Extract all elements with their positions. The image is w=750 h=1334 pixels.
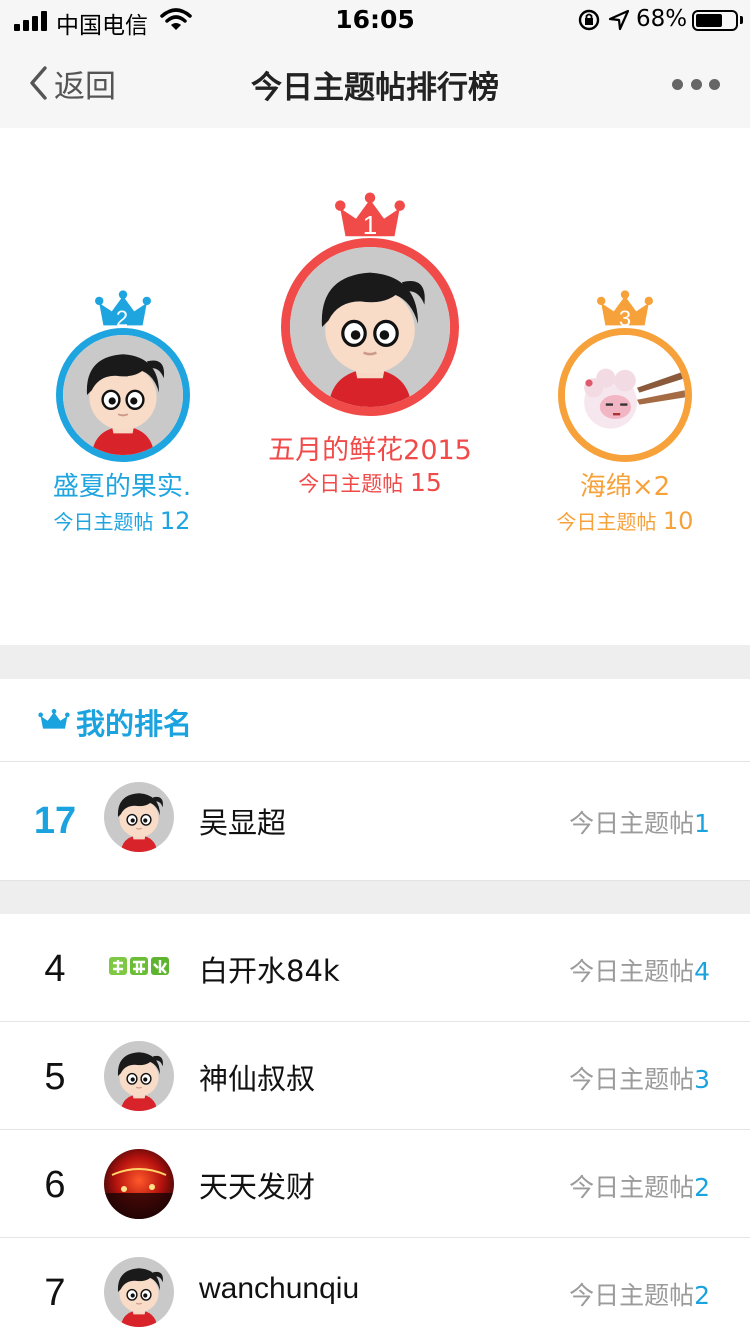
red-lights-image	[104, 1149, 174, 1219]
podium-name: 海绵×2	[579, 472, 671, 502]
podium-count: 今日主题帖 10	[530, 506, 720, 535]
list-item[interactable]: 7 wanchunqiu 今日主题帖2	[0, 1238, 750, 1334]
podium-name: 五月的鲜花2015	[268, 435, 472, 466]
count-value: 3	[694, 1065, 710, 1094]
my-rank-header: 我的排名	[0, 679, 750, 762]
list-item[interactable]: 5 神仙叔叔 今日主题帖3	[0, 1022, 750, 1130]
count-label: 今日主题帖	[569, 809, 695, 838]
avatar	[558, 328, 692, 462]
post-count: 今日主题帖4	[569, 952, 710, 988]
top-three-podium: 1 五月的鲜花2015 今日主题帖 15 2 盛夏的果实. 今日主题帖 12 3	[0, 128, 750, 645]
podium-count: 今日主题帖 12	[27, 506, 217, 535]
my-rank-title: 我的排名	[76, 707, 193, 741]
status-bar: 中国电信 16:05 68%	[0, 0, 750, 40]
dot-icon	[672, 78, 683, 90]
count-value: 15	[409, 468, 442, 497]
count-value: 10	[662, 507, 694, 535]
rank-number: 4	[44, 948, 66, 990]
nav-bar: 返回 今日主题帖排行榜	[0, 40, 750, 128]
podium-first[interactable]: 1 五月的鲜花2015 今日主题帖 15	[265, 188, 475, 497]
podium-third[interactable]: 3 海绵×2 今日主题帖 10	[530, 290, 720, 535]
list-item[interactable]: 4 白开水84k 今日主题帖4	[0, 914, 750, 1022]
post-count: 今日主题帖1	[569, 804, 710, 840]
avatar	[104, 933, 174, 1003]
post-count: 今日主题帖2	[569, 1168, 710, 1204]
battery-percent: 68%	[636, 6, 688, 32]
battery-icon	[692, 10, 738, 31]
count-label: 今日主题帖	[569, 1065, 695, 1094]
rank-number: 5	[44, 1056, 66, 1098]
user-name: 白开水84k	[199, 954, 340, 988]
battery-level	[696, 14, 722, 27]
podium-second[interactable]: 2 盛夏的果实. 今日主题帖 12	[27, 290, 217, 535]
count-value: 2	[694, 1173, 710, 1202]
user-name: 吴显超	[199, 806, 287, 840]
avatar	[104, 1041, 174, 1111]
count-label: 今日主题帖	[569, 957, 695, 986]
section-divider	[0, 645, 750, 679]
avatar	[104, 1257, 174, 1327]
battery-cap	[740, 16, 743, 24]
rank-number: 7	[44, 1272, 66, 1314]
count-label: 今日主题帖	[53, 510, 154, 534]
user-name: 神仙叔叔	[199, 1062, 316, 1096]
avatar	[104, 1149, 174, 1219]
podium-name: 盛夏的果实.	[52, 472, 192, 502]
count-label: 今日主题帖	[569, 1281, 695, 1310]
count-value: 1	[694, 809, 710, 838]
sheep-avatar-image	[565, 335, 685, 455]
count-value: 12	[159, 507, 191, 535]
location-arrow-icon	[608, 9, 630, 31]
count-label: 今日主题帖	[556, 510, 657, 534]
avatar	[281, 238, 459, 416]
bkaishui-logo-image	[104, 933, 174, 1003]
list-item[interactable]: 6 天天发财 今日主题帖2	[0, 1130, 750, 1238]
post-count: 今日主题帖3	[569, 1060, 710, 1096]
page-title: 今日主题帖排行榜	[251, 70, 499, 106]
podium-count: 今日主题帖 15	[265, 468, 475, 498]
avatar	[56, 328, 190, 462]
count-label: 今日主题帖	[298, 472, 404, 496]
rank-number: 17	[33, 800, 77, 842]
my-rank-row[interactable]: 17 吴显超 今日主题帖1	[0, 762, 750, 880]
more-options-button[interactable]	[672, 76, 720, 92]
user-name: 天天发财	[199, 1170, 316, 1204]
rank-number: 6	[44, 1164, 66, 1206]
post-count: 今日主题帖2	[569, 1276, 710, 1312]
count-label: 今日主题帖	[569, 1173, 695, 1202]
avatar	[104, 782, 174, 852]
dot-icon	[709, 78, 720, 90]
podium-rank: 1	[362, 210, 378, 240]
count-value: 4	[694, 957, 710, 986]
crown-icon	[38, 709, 70, 731]
dot-icon	[690, 78, 702, 90]
rotation-lock-icon	[578, 9, 600, 31]
section-divider	[0, 880, 750, 914]
user-name: wanchunqiu	[199, 1272, 360, 1305]
count-value: 2	[694, 1281, 710, 1310]
